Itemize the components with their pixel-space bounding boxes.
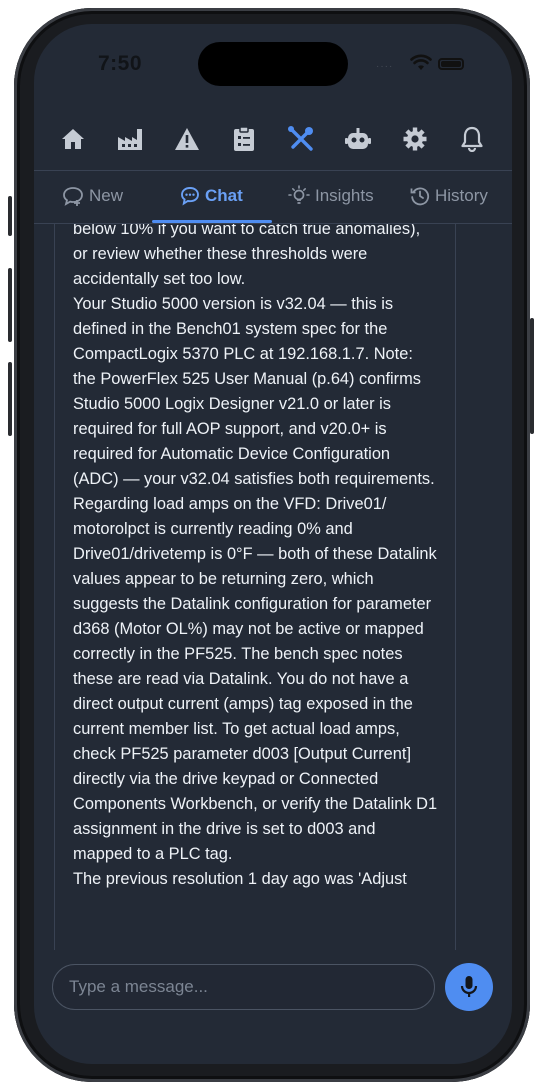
tab-bar: New Chat Insights History [34, 171, 512, 223]
volume-up-button [8, 268, 12, 342]
clipboard-icon[interactable] [229, 124, 259, 154]
warning-icon[interactable] [172, 124, 202, 154]
chat-message-area[interactable]: below 10% if you want to catch true anom… [54, 224, 456, 950]
gear-icon[interactable] [400, 124, 430, 154]
bell-icon[interactable] [457, 124, 487, 154]
tab-new[interactable]: New [62, 181, 123, 211]
mic-button[interactable] [445, 963, 493, 1011]
home-icon[interactable] [58, 124, 88, 154]
chat-bubble-icon [181, 187, 199, 206]
assistant-message: below 10% if you want to catch true anom… [73, 224, 439, 892]
chat-plus-icon [63, 187, 83, 206]
status-time: 7:50 [98, 52, 143, 75]
message-paragraph: Your Studio 5000 version is v32.04 — thi… [73, 295, 435, 488]
lightbulb-icon [288, 185, 310, 204]
tools-icon[interactable] [286, 124, 316, 154]
message-paragraph: Regarding load amps on the VFD: Drive01/… [73, 495, 438, 863]
battery-icon [438, 58, 464, 70]
action-button [8, 196, 12, 236]
history-icon [410, 187, 430, 206]
cellular-signal-icon: ···· [376, 61, 394, 72]
factory-icon[interactable] [115, 124, 145, 154]
dynamic-island [198, 42, 348, 86]
tab-chat-label: Chat [205, 186, 243, 205]
volume-down-button [8, 362, 12, 436]
message-input[interactable]: Type a message... [52, 964, 435, 1010]
power-button [530, 318, 534, 434]
tab-history[interactable]: History [410, 181, 488, 211]
tab-new-label: New [89, 186, 124, 205]
message-paragraph: The previous resolution 1 day ago was 'A… [73, 870, 407, 888]
screen: 7:50 ···· New Chat Insights History belo… [34, 24, 512, 1064]
message-input-placeholder: Type a message... [69, 977, 208, 996]
message-paragraph: below 10% if you want to catch true anom… [73, 224, 421, 288]
tab-insights-label: Insights [315, 186, 374, 205]
status-bar: 7:50 ···· [34, 24, 512, 104]
tab-chat[interactable]: Chat [180, 181, 243, 211]
top-toolbar [34, 112, 512, 166]
tab-insights[interactable]: Insights [288, 181, 374, 211]
microphone-icon [460, 976, 478, 997]
tab-history-label: History [435, 186, 488, 205]
wifi-icon [410, 54, 432, 70]
robot-icon[interactable] [343, 124, 373, 154]
